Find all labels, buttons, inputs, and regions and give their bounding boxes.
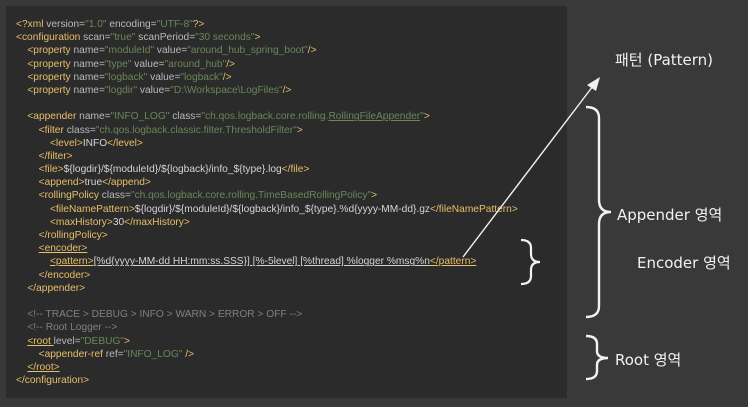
encoder-bracket (520, 238, 541, 286)
pattern-label: 패턴 (Pattern) (615, 51, 714, 69)
appender-region-label: Appender 영역 (617, 206, 723, 224)
root-region-label: Root 영역 (615, 351, 682, 369)
appender-bracket (585, 105, 612, 319)
root-bracket (585, 334, 609, 381)
pattern-arrowhead (587, 77, 600, 91)
pattern-arrow (462, 85, 594, 258)
encoder-region-label: Encoder 영역 (637, 254, 731, 272)
